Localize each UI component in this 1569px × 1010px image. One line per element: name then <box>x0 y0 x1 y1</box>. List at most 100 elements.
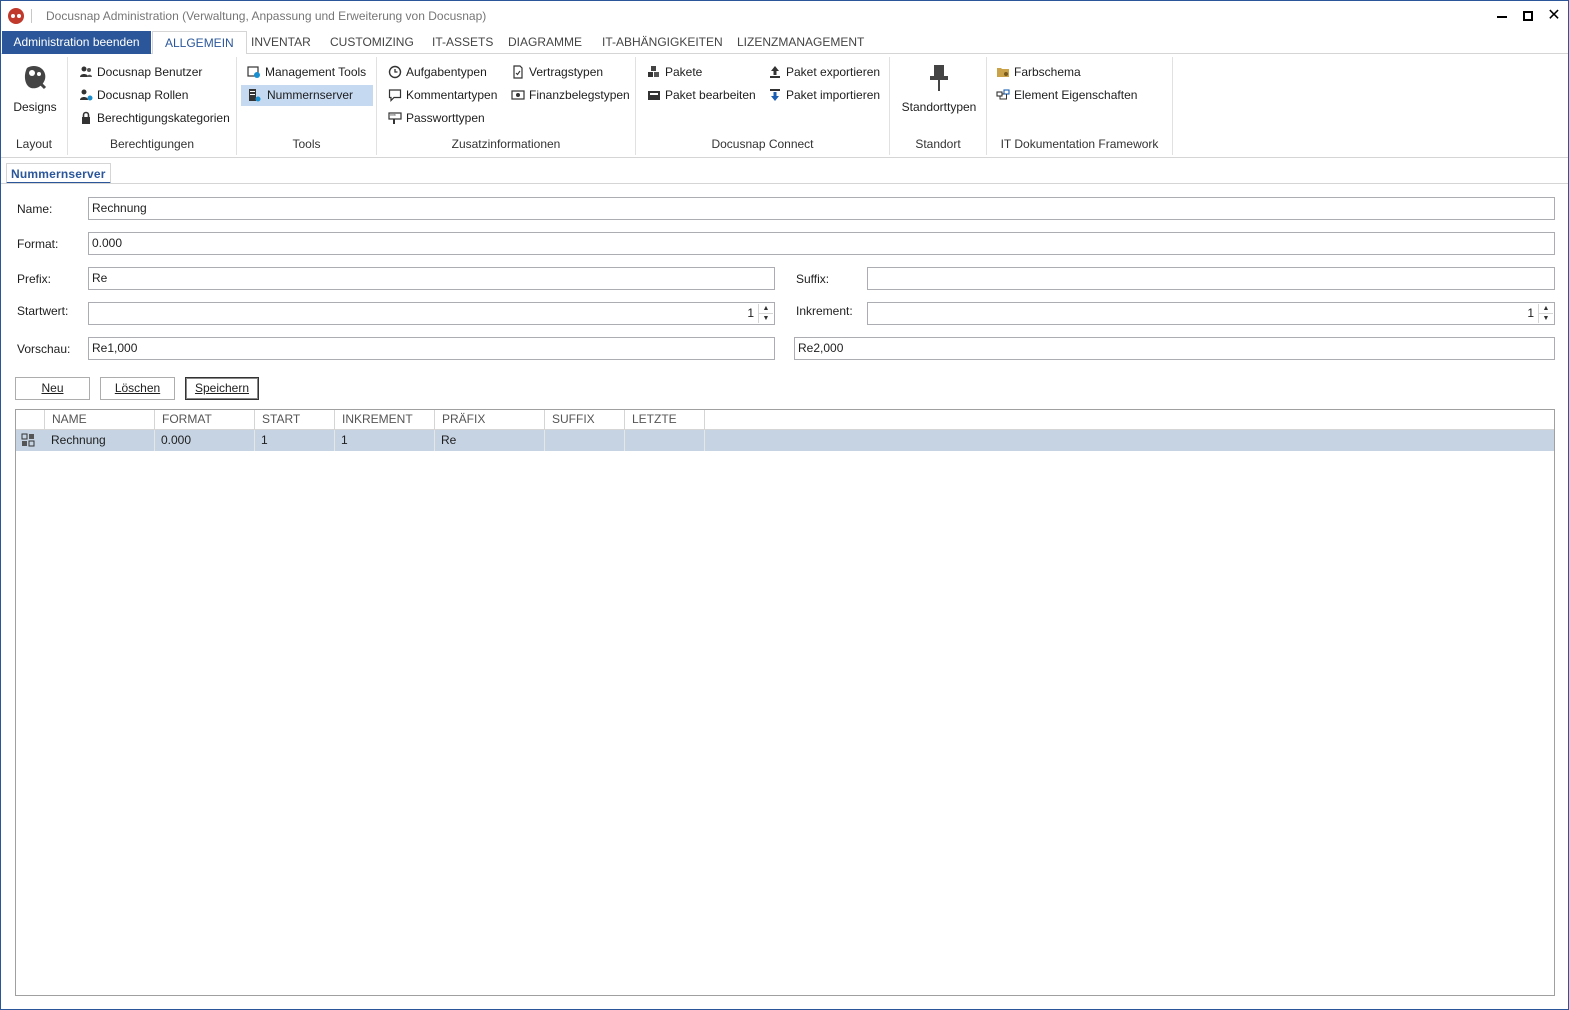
inkrement-label: Inkrement: <box>796 304 853 318</box>
document-tab-nummernserver[interactable]: Nummernserver <box>6 163 111 184</box>
docusnap-rollen-button[interactable]: Docusnap Rollen <box>76 85 192 106</box>
prefix-field[interactable]: Re <box>88 267 775 290</box>
berechtigungskategorien-button[interactable]: Berechtigungskategorien <box>76 108 234 129</box>
prefix-label: Prefix: <box>17 272 52 286</box>
tab-customizing[interactable]: CUSTOMIZING <box>318 31 426 54</box>
loeschen-label: Löschen <box>114 381 161 395</box>
inkrement-stepper[interactable]: 1 ▲ ▼ <box>867 302 1555 325</box>
group-layout: Designs Layout <box>1 57 68 155</box>
color-scheme-icon <box>996 65 1010 79</box>
close-button[interactable]: ✕ <box>1540 5 1568 27</box>
grid-header: NAME FORMAT START INKREMENT PRÄFIX SUFFI… <box>16 410 1554 430</box>
designs-label: Designs <box>13 100 57 114</box>
standorttypen-button[interactable]: Standorttypen <box>896 62 982 114</box>
clock-icon <box>388 65 402 79</box>
pakete-label: Pakete <box>665 65 703 79</box>
inkrement-value: 1 <box>1527 306 1534 320</box>
suffix-field[interactable] <box>867 267 1555 290</box>
pushpin-icon <box>930 65 948 91</box>
paket-bearbeiten-button[interactable]: Paket bearbeiten <box>644 85 760 106</box>
startwert-stepper[interactable]: 1 ▲ ▼ <box>88 302 775 325</box>
ribbon: Designs Layout Docusnap Benutzer Docusna… <box>1 54 1568 158</box>
element-eigenschaften-button[interactable]: Element Eigenschaften <box>993 85 1141 106</box>
nummernserver-grid[interactable]: NAME FORMAT START INKREMENT PRÄFIX SUFFI… <box>15 409 1555 996</box>
loeschen-button[interactable]: Löschen <box>100 377 175 400</box>
cell-name[interactable]: Rechnung <box>45 430 155 451</box>
paket-importieren-label: Paket importieren <box>786 88 881 102</box>
docusnap-benutzer-label: Docusnap Benutzer <box>97 65 203 79</box>
designs-icon <box>24 66 47 90</box>
name-field[interactable]: Rechnung <box>88 197 1555 220</box>
group-label-tools: Tools <box>292 137 321 151</box>
edit-package-icon <box>647 88 661 102</box>
column-header-suffix[interactable]: SUFFIX <box>545 410 625 430</box>
pakete-button[interactable]: Pakete <box>644 62 706 83</box>
vorschau-field-1: Re1,000 <box>88 337 775 360</box>
column-header-start[interactable]: START <box>255 410 335 430</box>
column-header-letzte[interactable]: LETZTE <box>625 410 705 430</box>
docusnap-rollen-label: Docusnap Rollen <box>97 88 189 102</box>
docusnap-logo-icon[interactable] <box>8 8 24 24</box>
maximize-button[interactable] <box>1514 5 1542 27</box>
spin-down-icon[interactable]: ▼ <box>1539 313 1553 322</box>
spin-up-icon[interactable]: ▲ <box>759 304 773 313</box>
packages-icon <box>647 65 661 79</box>
passworttypen-label: Passworttypen <box>406 111 485 125</box>
column-header-praefix[interactable]: PRÄFIX <box>435 410 545 430</box>
aufgabentypen-label: Aufgabentypen <box>406 65 487 79</box>
spin-down-icon[interactable]: ▼ <box>759 313 773 322</box>
neu-button[interactable]: Neu <box>15 377 90 400</box>
spin-up-icon[interactable]: ▲ <box>1539 304 1553 313</box>
docusnap-benutzer-button[interactable]: Docusnap Benutzer <box>76 62 206 83</box>
title-separator <box>31 9 32 23</box>
kommentartypen-button[interactable]: Kommentartypen <box>385 85 501 106</box>
paket-bearbeiten-label: Paket bearbeiten <box>665 88 756 102</box>
farbschema-button[interactable]: Farbschema <box>993 62 1085 83</box>
paket-exportieren-button[interactable]: Paket exportieren <box>765 62 884 83</box>
column-header-format[interactable]: FORMAT <box>155 410 255 430</box>
group-label-docusnap-connect: Docusnap Connect <box>711 137 814 151</box>
paket-importieren-button[interactable]: Paket importieren <box>765 85 884 106</box>
farbschema-label: Farbschema <box>1014 65 1081 79</box>
designs-button[interactable]: Designs <box>9 62 61 114</box>
cell-suffix[interactable] <box>545 430 625 451</box>
tab-it-assets[interactable]: IT-ASSETS <box>420 31 505 54</box>
tab-inventar[interactable]: INVENTAR <box>239 31 323 54</box>
vorschau-label: Vorschau: <box>17 342 71 356</box>
vertragstypen-label: Vertragstypen <box>529 65 604 79</box>
minimize-button[interactable] <box>1488 5 1516 27</box>
passworttypen-button[interactable]: *** Passworttypen <box>385 108 489 129</box>
tab-lizenzmanagement[interactable]: LIZENZMANAGEMENT <box>725 31 876 54</box>
format-label: Format: <box>17 237 59 251</box>
table-row[interactable]: Rechnung 0.000 1 1 Re <box>16 430 1554 451</box>
svg-text:***: *** <box>390 114 396 120</box>
cell-praefix[interactable]: Re <box>435 430 545 451</box>
startwert-spinner[interactable]: ▲ ▼ <box>758 304 773 323</box>
startwert-label: Startwert: <box>17 304 69 318</box>
cell-start[interactable]: 1 <box>255 430 335 451</box>
cell-format[interactable]: 0.000 <box>155 430 255 451</box>
management-tools-button[interactable]: Management Tools <box>244 62 370 83</box>
money-icon <box>511 88 525 102</box>
tab-allgemein[interactable]: ALLGEMEIN <box>152 31 247 55</box>
format-field[interactable]: 0.000 <box>88 232 1555 255</box>
roles-icon <box>79 88 93 102</box>
speichern-button[interactable]: Speichern <box>185 377 259 400</box>
aufgabentypen-button[interactable]: Aufgabentypen <box>385 62 491 83</box>
column-header-inkrement[interactable]: INKREMENT <box>335 410 435 430</box>
column-header-name[interactable]: NAME <box>45 410 155 430</box>
grid-header-indicator <box>16 410 45 430</box>
nummernserver-button[interactable]: Nummernserver <box>241 85 373 106</box>
cell-inkrement[interactable]: 1 <box>335 430 435 451</box>
name-label: Name: <box>17 202 53 216</box>
tab-it-abhaengigkeiten[interactable]: IT-ABHÄNGIGKEITEN <box>590 31 735 54</box>
cell-letzte[interactable] <box>625 430 705 451</box>
finanzbelegstypen-button[interactable]: Finanzbelegstypen <box>508 85 634 106</box>
tab-administration-beenden[interactable]: Administration beenden <box>2 31 151 54</box>
inkrement-spinner[interactable]: ▲ ▼ <box>1538 304 1553 323</box>
finanzbelegstypen-label: Finanzbelegstypen <box>529 88 630 102</box>
tab-diagramme[interactable]: DIAGRAMME <box>496 31 594 54</box>
group-berechtigungen: Docusnap Benutzer Docusnap Rollen Berech… <box>68 57 237 155</box>
comment-icon <box>388 88 402 102</box>
vertragstypen-button[interactable]: Vertragstypen <box>508 62 607 83</box>
